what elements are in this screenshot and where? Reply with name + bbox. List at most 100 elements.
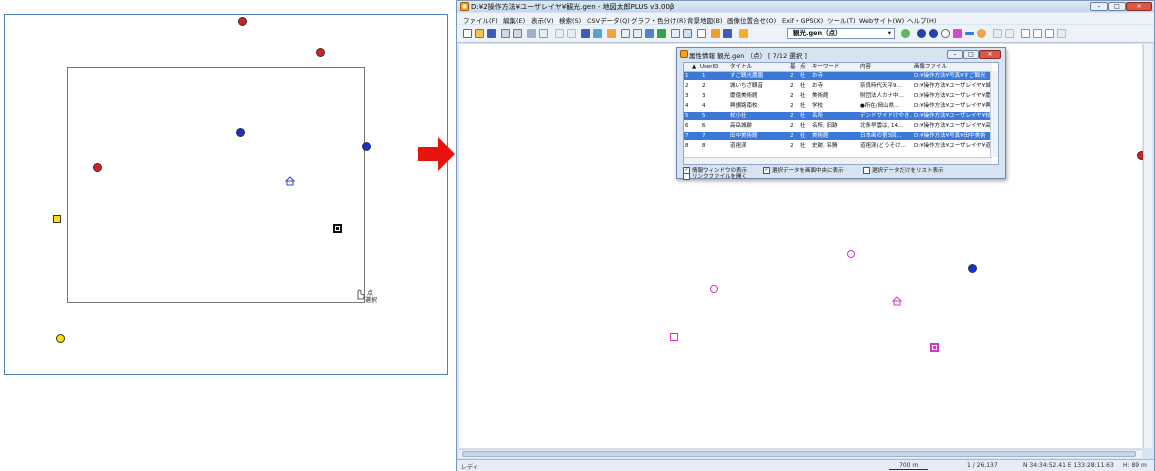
red-point-marker[interactable]: [316, 48, 325, 57]
horizontal-scrollbar[interactable]: [459, 449, 1142, 458]
close-button[interactable]: ✕: [1126, 2, 1152, 11]
forward-icon[interactable]: [567, 29, 576, 38]
grid-icon[interactable]: [657, 29, 666, 38]
select-hand-icon[interactable]: [683, 29, 692, 38]
print-icon[interactable]: [527, 29, 536, 38]
menu-graph[interactable]: グラフ・色分け(R): [631, 15, 686, 25]
red-point-marker[interactable]: [93, 163, 102, 172]
maximize-button[interactable]: □: [1108, 2, 1126, 11]
column-header[interactable]: 基: [790, 63, 798, 71]
redo-icon[interactable]: [513, 29, 522, 38]
line-tool-icon[interactable]: [965, 32, 974, 35]
rectangle-icon[interactable]: [697, 29, 706, 38]
export-icon[interactable]: [1057, 29, 1066, 38]
column-header[interactable]: 内容: [860, 63, 910, 71]
table-cell: 6: [702, 123, 706, 129]
save-icon[interactable]: [487, 29, 496, 38]
new-file-icon[interactable]: [463, 29, 472, 38]
table-horizontal-scrollbar[interactable]: [684, 157, 992, 164]
temple-icon[interactable]: [285, 176, 295, 186]
table-cell: 社: [800, 133, 806, 139]
temple-icon[interactable]: [892, 296, 902, 306]
back-icon[interactable]: [555, 29, 564, 38]
table-row[interactable]: 8 8 道祖渓 2 社史跡, 名勝 道祖渓(どうそけ... D:¥操作方法¥ユーザレイヤ¥道: [684, 142, 992, 150]
table-row[interactable]: 4 4 興讃路南校 2 社学校 ●所在/岡山県... D:¥操作方法¥ユーザレイヤ¥興: [684, 102, 992, 110]
table-row[interactable]: 1 1 すご観光農園 2 社お寺 D:¥操作方法¥写真¥すご観光: [684, 72, 992, 80]
circle-tool-icon[interactable]: [929, 29, 938, 38]
table-cell: 7: [702, 133, 706, 139]
pen-tool-icon[interactable]: [953, 29, 962, 38]
column-header[interactable]: 画像ファイル: [914, 63, 992, 71]
center-selection-checkbox[interactable]: ✓ 選択データを画面中央に表示: [763, 166, 844, 174]
dialog-minimize-button[interactable]: –: [947, 50, 963, 59]
zoom-out-icon[interactable]: [633, 29, 642, 38]
undo-icon[interactable]: [501, 29, 510, 38]
scroll-thumb[interactable]: [462, 451, 1136, 457]
menu-background-map[interactable]: 背景地図(B): [687, 15, 723, 25]
table-row[interactable]: 7 7 田中美術館 2 社美術館 日本画の第3回... D:¥操作方法¥写真¥田中美術: [684, 132, 992, 140]
title-bar[interactable]: D:¥2操作方法¥ユーザレイヤ¥観光.gen - 地図太郎PLUS v3.00β…: [457, 1, 1154, 12]
attribute-icon[interactable]: [739, 29, 748, 38]
menu-help[interactable]: ヘルプ(H): [907, 15, 936, 25]
table-row[interactable]: 2 2 城いちざ観音 2 社お寺 奈良時代天平9... D:¥操作方法¥ユーザレイヤ¥城: [684, 82, 992, 90]
column-header[interactable]: 点: [800, 63, 808, 71]
table-row[interactable]: 5 5 杖小社 2 社名所 デンドサイドけやき... D:¥操作方法¥ユーザレイヤ¥杖: [684, 112, 992, 120]
table-icon[interactable]: [1021, 29, 1030, 38]
point-tool-icon[interactable]: [917, 29, 926, 38]
next-page-icon[interactable]: [1005, 29, 1014, 38]
table-row[interactable]: 6 6 高岳城跡 2 社名所, 旧跡 北条早雲は, 14... D:¥操作方法¥ユーザレイヤ…: [684, 122, 992, 130]
yellow-point-marker[interactable]: [56, 334, 65, 343]
dialog-maximize-button[interactable]: □: [963, 50, 979, 59]
selected-square-marker[interactable]: [670, 333, 678, 341]
hollow-circle-icon[interactable]: [941, 29, 950, 38]
dialog-close-button[interactable]: ✕: [979, 50, 1001, 59]
layer-icon[interactable]: [593, 29, 602, 38]
table-row[interactable]: 3 3 慶徳美術館 2 社美術館 財団法人カナ中... D:¥操作方法¥ユーザレイヤ¥慶: [684, 92, 992, 100]
chart-icon[interactable]: [711, 29, 720, 38]
blue-point-marker[interactable]: [968, 264, 977, 273]
zoom-in-icon[interactable]: [621, 29, 630, 38]
find-icon[interactable]: [671, 29, 680, 38]
menu-csv[interactable]: CSVデータ(Q): [587, 15, 630, 25]
minimize-button[interactable]: –: [1090, 2, 1108, 11]
menu-exif-gps[interactable]: Exif・GPS(X): [782, 15, 823, 25]
yellow-square-marker[interactable]: [53, 215, 61, 223]
column-header[interactable]: タイトル: [730, 63, 782, 71]
list-only-checkbox[interactable]: 選択データだけをリスト表示: [863, 166, 944, 174]
elevation: H: 89 m: [1123, 462, 1147, 469]
red-point-marker[interactable]: [238, 17, 247, 26]
image-icon[interactable]: [723, 29, 732, 38]
column-header[interactable]: UserID: [700, 63, 730, 71]
menu-edit[interactable]: 編集(E): [503, 15, 525, 25]
layer-dropdown[interactable]: 観光.gen（点） ▾: [787, 28, 895, 39]
table-cell: D:¥操作方法¥ユーザレイヤ¥興: [914, 103, 991, 109]
menu-image-align[interactable]: 画像位置合せ(O): [727, 15, 776, 25]
column-header[interactable]: キーワード: [812, 63, 857, 71]
vertical-scrollbar[interactable]: [1143, 44, 1152, 448]
table-icon[interactable]: [1045, 29, 1054, 38]
layer-color-icon[interactable]: [901, 29, 910, 38]
open-folder-icon[interactable]: [475, 29, 484, 38]
menu-file[interactable]: ファイル(F): [463, 15, 498, 25]
prev-page-icon[interactable]: [993, 29, 1002, 38]
move-icon[interactable]: [581, 29, 590, 38]
table-icon[interactable]: [1033, 29, 1042, 38]
selected-point-marker[interactable]: [847, 250, 855, 258]
table-vertical-scrollbar[interactable]: [990, 71, 998, 157]
table-cell: 社: [800, 143, 806, 149]
preview-icon[interactable]: [539, 29, 548, 38]
museum-icon[interactable]: [930, 343, 939, 352]
edit-icon[interactable]: [607, 29, 616, 38]
fit-icon[interactable]: [645, 29, 654, 38]
menu-tools[interactable]: ツール(T): [827, 15, 856, 25]
open-link-file-checkbox[interactable]: リンクファイルを開く: [683, 172, 747, 180]
menu-view[interactable]: 表示(V): [531, 15, 554, 25]
selected-point-marker[interactable]: [710, 285, 718, 293]
attribute-info-dialog[interactable]: 属性情報 観光.gen （点） [ 7/12 選択 ] – □ ✕ ▲ User…: [676, 47, 1006, 180]
menu-website[interactable]: Webサイト(W): [859, 15, 904, 25]
polygon-tool-icon[interactable]: [977, 29, 986, 38]
blue-point-marker[interactable]: [362, 142, 371, 151]
menu-search[interactable]: 検索(S): [559, 15, 581, 25]
museum-icon[interactable]: [333, 224, 342, 233]
blue-point-marker[interactable]: [236, 128, 245, 137]
